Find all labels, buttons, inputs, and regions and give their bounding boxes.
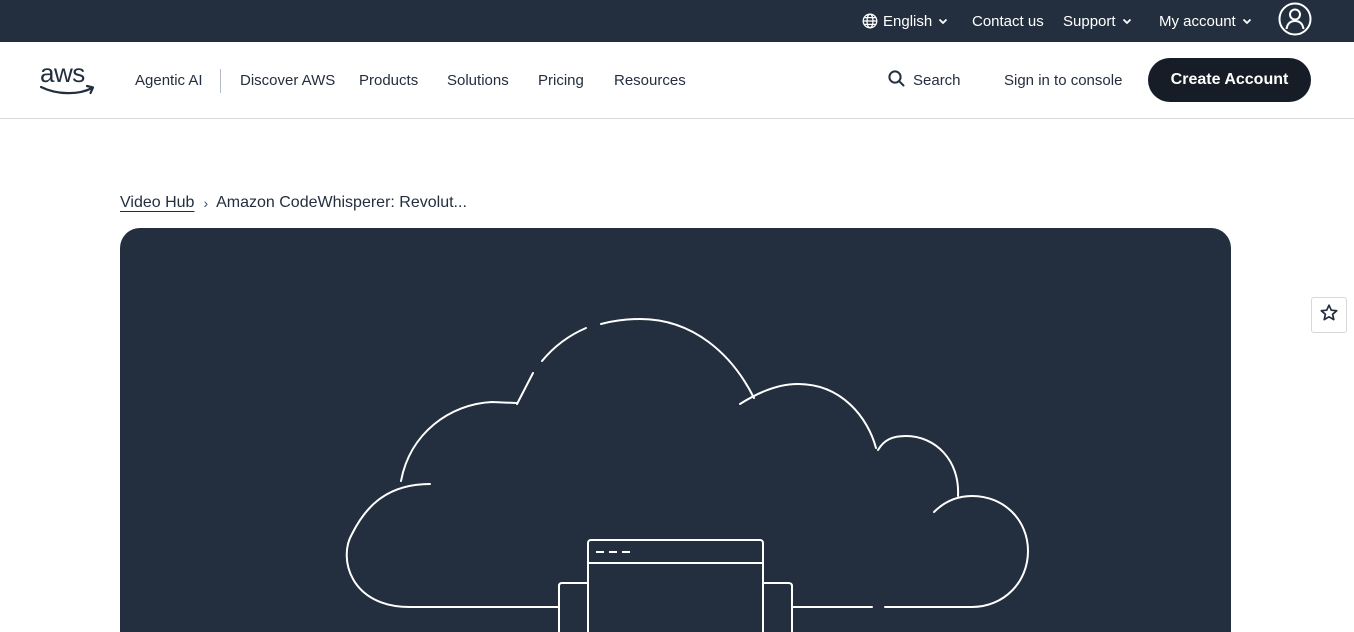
support-label: Support	[1063, 12, 1116, 30]
aws-logo[interactable]: aws	[39, 58, 97, 98]
contact-us-link[interactable]: Contact us	[972, 0, 1044, 42]
svg-text:aws: aws	[40, 60, 85, 88]
chevron-down-icon	[1122, 18, 1132, 25]
breadcrumb-video-hub[interactable]: Video Hub	[120, 194, 194, 212]
hero-banner	[120, 228, 1231, 632]
breadcrumb-separator: ›	[203, 195, 209, 211]
nav-divider	[220, 69, 221, 93]
search-button[interactable]: Search	[888, 42, 961, 118]
favorite-button[interactable]	[1311, 297, 1347, 333]
star-outline-icon	[1319, 303, 1339, 328]
search-label: Search	[913, 71, 961, 89]
nav-solutions[interactable]: Solutions	[447, 42, 509, 118]
create-account-button[interactable]: Create Account	[1148, 58, 1311, 102]
my-account-menu[interactable]: My account	[1159, 0, 1252, 42]
language-label: English	[883, 12, 933, 30]
nav-pricing[interactable]: Pricing	[538, 42, 584, 118]
nav-resources[interactable]: Resources	[614, 42, 686, 118]
chevron-down-icon	[1242, 18, 1252, 25]
nav-agentic-ai[interactable]: Agentic AI	[135, 42, 203, 118]
nav-discover-aws[interactable]: Discover AWS	[240, 42, 335, 118]
globe-icon	[862, 13, 878, 29]
breadcrumb: Video Hub › Amazon CodeWhisperer: Revolu…	[120, 191, 467, 215]
chevron-down-icon	[938, 18, 948, 25]
sign-in-console-link[interactable]: Sign in to console	[1004, 42, 1122, 118]
search-icon	[888, 69, 913, 91]
nav-products[interactable]: Products	[359, 42, 418, 118]
cloud-illustration	[345, 317, 1030, 632]
user-avatar-icon[interactable]	[1278, 2, 1312, 36]
breadcrumb-current-page: Amazon CodeWhisperer: Revolut...	[216, 194, 467, 211]
utility-bar: English Contact us Support My account	[0, 0, 1354, 42]
main-navigation: aws Agentic AI Discover AWS Products Sol…	[0, 42, 1354, 119]
my-account-label: My account	[1159, 12, 1236, 30]
language-selector[interactable]: English	[862, 0, 948, 42]
support-menu[interactable]: Support	[1063, 0, 1132, 42]
